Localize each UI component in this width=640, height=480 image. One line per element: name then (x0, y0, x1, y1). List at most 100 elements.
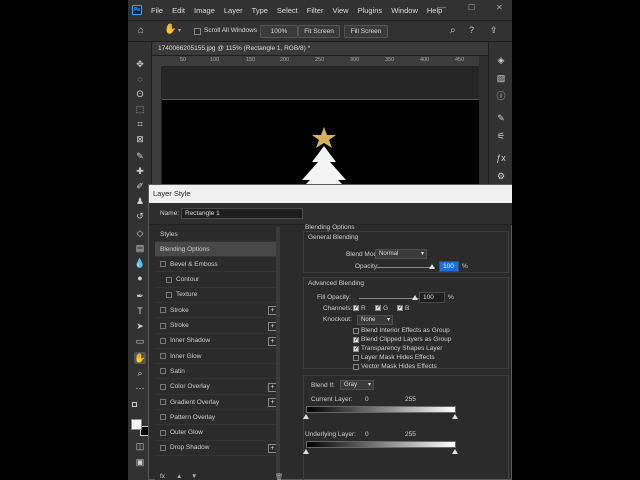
style-item[interactable]: Stroke + (155, 303, 280, 319)
current-layer-white-thumb[interactable] (452, 414, 458, 419)
opacity-slider-thumb[interactable] (429, 264, 435, 269)
opacity-slider[interactable] (375, 267, 435, 268)
style-item-checkbox[interactable] (166, 276, 172, 283)
rectangle-tool-icon[interactable]: ▭ (134, 335, 146, 347)
style-item-checkbox[interactable] (160, 353, 166, 360)
fill-opacity-input[interactable]: 100 (419, 292, 445, 303)
style-item[interactable]: Outer Glow (155, 426, 280, 441)
fit-screen-button[interactable]: Fit Screen (298, 25, 340, 38)
styles-header[interactable]: Styles (155, 227, 280, 242)
menu-type[interactable]: Type (252, 6, 268, 15)
eraser-tool-icon[interactable]: ◇ (134, 227, 146, 239)
underlying-layer-gradient[interactable] (306, 441, 456, 448)
menu-plugins[interactable]: Plugins (358, 6, 383, 15)
menu-edit[interactable]: Edit (172, 6, 185, 15)
fx-menu-icon[interactable]: fx (160, 473, 165, 480)
eyedropper-tool-icon[interactable]: ✎ (134, 150, 146, 162)
vector-mask-hides-checkbox[interactable] (353, 364, 359, 370)
style-item-checkbox[interactable] (160, 368, 166, 375)
blur-tool-icon[interactable]: 💧 (134, 257, 146, 269)
marquee-tool-icon[interactable]: ◌ (134, 73, 146, 85)
style-item-checkbox[interactable] (160, 383, 166, 390)
healing-brush-tool-icon[interactable]: ✚ (134, 165, 146, 177)
menu-view[interactable]: View (332, 6, 348, 15)
path-selection-tool-icon[interactable]: ➤ (134, 320, 146, 332)
foreground-color-swatch[interactable] (131, 419, 142, 430)
channel-r-checkbox[interactable] (353, 304, 359, 311)
style-item[interactable]: Texture (155, 288, 280, 303)
zoom-100-button[interactable]: 100% (260, 25, 298, 38)
image-panel-icon[interactable]: ▨ (495, 72, 507, 84)
brush-panel-icon[interactable]: ✎ (495, 112, 507, 124)
underlying-layer-white-thumb[interactable] (452, 449, 458, 454)
blend-clipped-checkbox[interactable] (353, 336, 359, 343)
adjustments-icon[interactable]: ⚟ (495, 130, 507, 142)
blend-mode-select[interactable]: Normal (375, 249, 427, 259)
properties-icon[interactable]: ⚙ (495, 170, 507, 182)
hand-tool-icon[interactable]: ✋ (134, 352, 146, 364)
search-icon[interactable]: ⌕ (450, 25, 456, 36)
help-icon[interactable]: ? (469, 25, 474, 35)
default-colors-icon[interactable] (132, 402, 137, 407)
style-item-checkbox[interactable] (160, 337, 166, 344)
clone-stamp-tool-icon[interactable]: ♟ (134, 195, 146, 207)
style-item[interactable]: Stroke + (155, 319, 280, 334)
document-tab[interactable]: 1740066205155.jpg @ 115% (Rectangle 1, R… (152, 42, 488, 56)
style-item[interactable]: Inner Glow (155, 349, 280, 365)
screen-mode-icon[interactable]: ▣ (134, 456, 146, 468)
lasso-tool-icon[interactable]: ʘ (134, 88, 146, 100)
opacity-input[interactable]: 100 (439, 261, 459, 272)
style-item-checkbox[interactable] (160, 261, 166, 268)
type-tool-icon[interactable]: T (134, 305, 146, 317)
move-effect-up-icon[interactable]: ▲ (176, 473, 182, 480)
fill-screen-button[interactable]: Fill Screen (344, 25, 388, 38)
knockout-select[interactable]: None (357, 315, 393, 325)
style-item-checkbox[interactable] (166, 291, 172, 298)
history-brush-tool-icon[interactable]: ↺ (134, 210, 146, 222)
info-icon[interactable]: ⓘ (495, 90, 507, 102)
name-input[interactable]: Rectangle 1 (181, 208, 303, 219)
share-icon[interactable]: ⇪ (490, 25, 498, 36)
style-item[interactable]: Pattern Overlay (155, 410, 280, 426)
crop-tool-icon[interactable]: ⌗ (134, 118, 146, 130)
channel-g-checkbox[interactable] (375, 304, 381, 311)
style-item[interactable]: Inner Shadow + (155, 334, 280, 349)
object-select-tool-icon[interactable]: ⬚ (134, 103, 146, 115)
frame-tool-icon[interactable]: ⊠ (134, 133, 146, 145)
channel-b-checkbox[interactable] (397, 304, 403, 311)
menu-window[interactable]: Window (391, 6, 418, 15)
fill-opacity-slider-thumb[interactable] (412, 295, 418, 300)
dodge-tool-icon[interactable]: ● (134, 272, 146, 284)
style-item-checkbox[interactable] (160, 414, 166, 421)
fill-opacity-slider[interactable] (359, 298, 419, 299)
style-item[interactable]: Drop Shadow + (155, 441, 280, 456)
more-tools-icon[interactable]: ⋯ (134, 382, 146, 394)
layers-icon[interactable]: ◈ (495, 54, 507, 66)
close-icon[interactable]: ✕ (496, 3, 503, 12)
menu-file[interactable]: File (151, 6, 163, 15)
current-layer-gradient[interactable] (306, 406, 456, 413)
style-item-checkbox[interactable] (160, 399, 166, 405)
home-icon[interactable]: ⌂ (138, 25, 144, 36)
pen-tool-icon[interactable]: ✒ (134, 290, 146, 302)
style-item-checkbox[interactable] (160, 444, 166, 451)
quick-mask-icon[interactable]: ◫ (134, 440, 146, 452)
style-item[interactable]: Blending Options (155, 242, 280, 257)
style-item-checkbox[interactable] (160, 322, 166, 329)
underlying-layer-black-thumb[interactable] (303, 449, 309, 454)
dialog-title[interactable]: Layer Style (149, 185, 512, 203)
move-tool-icon[interactable]: ✥ (134, 58, 146, 70)
style-item[interactable]: Bevel & Emboss (155, 257, 280, 273)
style-item[interactable]: Gradient Overlay + (155, 395, 280, 410)
style-item[interactable]: Color Overlay + (155, 380, 280, 395)
minimize-icon[interactable]: — (438, 3, 446, 12)
style-item-checkbox[interactable] (160, 307, 166, 314)
layer-mask-hides-checkbox[interactable] (353, 355, 359, 361)
delete-effect-icon[interactable]: 🗑 (275, 473, 283, 480)
style-item[interactable]: Satin (155, 364, 280, 380)
blend-if-select[interactable]: Gray (340, 380, 374, 390)
fx-icon[interactable]: ƒx (495, 152, 507, 164)
blend-interior-checkbox[interactable] (353, 328, 359, 334)
styles-scrollbar[interactable] (276, 227, 280, 480)
menu-layer[interactable]: Layer (224, 6, 243, 15)
